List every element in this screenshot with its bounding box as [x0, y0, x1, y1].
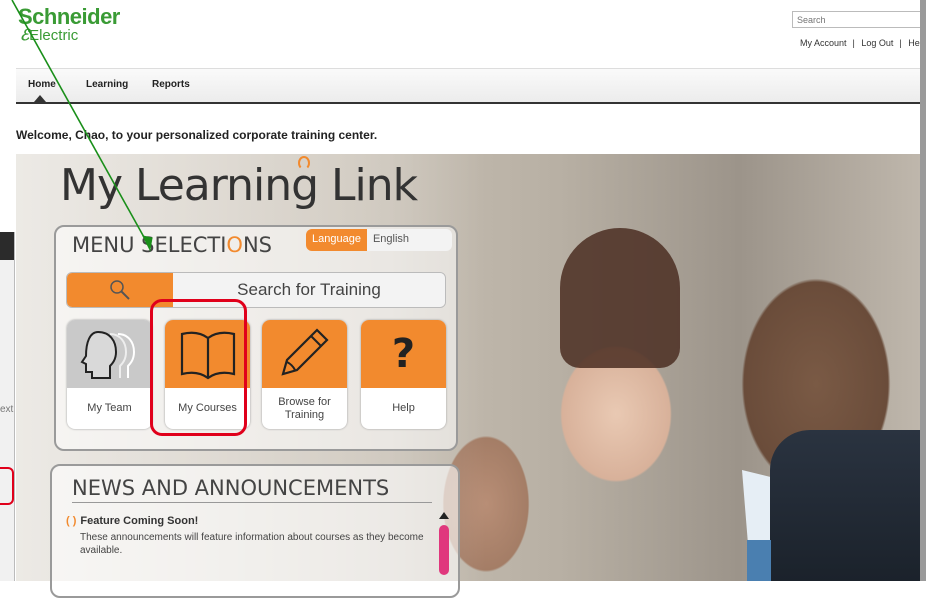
- tile-help[interactable]: ? Help: [361, 320, 446, 429]
- active-tab-indicator: [34, 95, 46, 102]
- schneider-logo[interactable]: Schneider ℰElectric: [18, 4, 120, 44]
- my-account-link[interactable]: My Account: [800, 38, 847, 48]
- news-item-body: These announcements will feature informa…: [80, 532, 424, 556]
- help-link[interactable]: He: [908, 38, 920, 48]
- tile-my-team-label: My Team: [87, 402, 132, 414]
- search-icon: [110, 280, 130, 300]
- background-window-titlebar: [0, 232, 14, 260]
- background-window-text: ext: [0, 404, 14, 415]
- pencil-icon: [280, 328, 329, 376]
- welcome-message: Welcome, Chao, to your personalized corp…: [16, 128, 378, 142]
- language-selector[interactable]: Language English: [306, 229, 452, 251]
- log-out-link[interactable]: Log Out: [861, 38, 893, 48]
- language-label: Language: [306, 229, 367, 251]
- hero-photo-suit: [770, 430, 920, 581]
- menu-selections-title: MENU SELECTIONS: [72, 233, 272, 257]
- electric-mark-icon: ℰ: [20, 27, 30, 44]
- news-scrollbar[interactable]: [437, 512, 451, 581]
- nav-learning[interactable]: Learning: [86, 79, 128, 90]
- logo-subtitle: Electric: [29, 27, 79, 44]
- question-icon: ?: [391, 331, 416, 377]
- account-links: My Account | Log Out | He: [800, 38, 920, 48]
- background-window-highlight: [0, 467, 14, 505]
- my-courses-highlight: [150, 299, 247, 436]
- news-bullet-icon: ( ): [66, 515, 77, 527]
- news-title: NEWS AND ANNOUNCEMENTS: [72, 476, 390, 500]
- news-item-title: ( ) Feature Coming Soon!: [66, 515, 199, 527]
- hero-photo-tie: [747, 540, 771, 581]
- tile-my-team[interactable]: My Team: [67, 320, 152, 429]
- search-for-training-bar[interactable]: Search for Training: [66, 272, 446, 308]
- news-divider: [72, 502, 432, 503]
- nav-reports[interactable]: Reports: [152, 79, 190, 90]
- tile-browse-training[interactable]: Browse for Training: [262, 320, 347, 429]
- tile-help-label: Help: [392, 402, 415, 414]
- window-edge: [920, 0, 926, 581]
- language-value[interactable]: English: [366, 229, 452, 251]
- tile-browse-training-label: Browse for Training: [278, 395, 331, 421]
- title-accent-icon: [298, 156, 310, 170]
- search-input[interactable]: [792, 11, 926, 28]
- nav-home[interactable]: Home: [28, 79, 56, 90]
- hero-photo-detail: [560, 228, 680, 368]
- page-title: My Learning Link: [60, 156, 418, 211]
- team-icon: [80, 330, 135, 379]
- main-nav: Home Learning Reports: [16, 68, 920, 104]
- scroll-thumb[interactable]: [439, 525, 449, 575]
- scroll-up-icon[interactable]: [439, 512, 449, 519]
